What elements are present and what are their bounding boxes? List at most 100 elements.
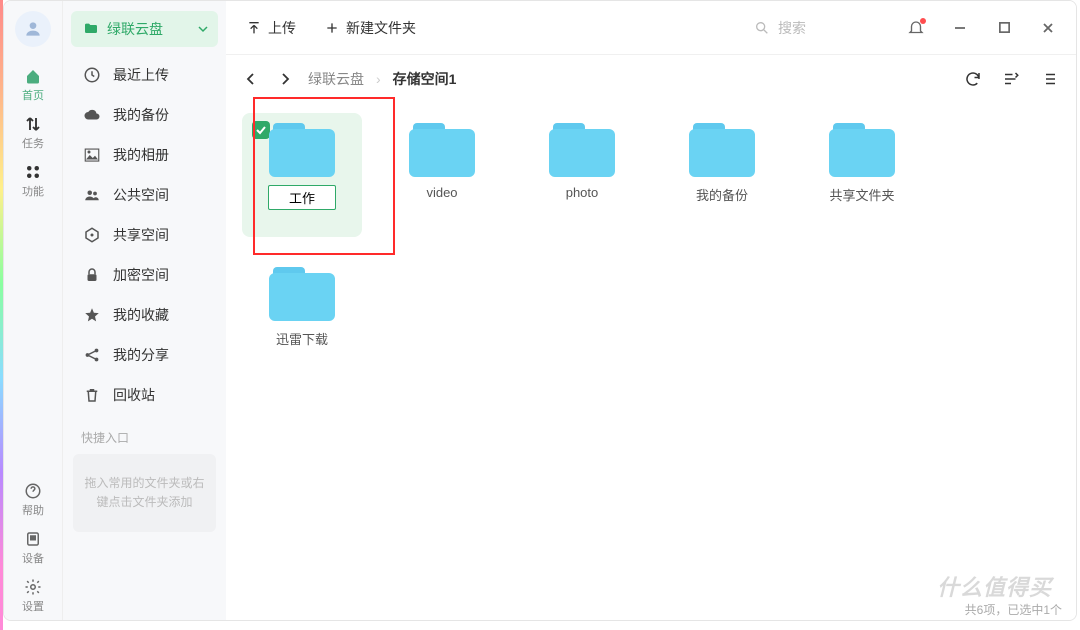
notification-button[interactable] [902, 14, 930, 42]
folder-name: 我的备份 [696, 185, 748, 204]
watermark: 什么值得买 [937, 570, 1052, 602]
folder-item[interactable]: 工作 [242, 113, 362, 237]
sidebar-item-lock[interactable]: 加密空间 [71, 255, 218, 295]
folder-item[interactable]: 迅雷下载 [242, 257, 362, 381]
close-button[interactable] [1034, 14, 1062, 42]
sidebar-item-label: 最近上传 [113, 65, 169, 85]
lock-icon [83, 266, 101, 284]
nav-help[interactable]: 帮助 [22, 476, 44, 524]
nav-label: 设备 [22, 550, 44, 566]
sidebar-item-star[interactable]: 我的收藏 [71, 295, 218, 335]
folder-item[interactable]: 共享文件夹 [802, 113, 922, 237]
drive-selector-label: 绿联云盘 [107, 19, 163, 39]
user-icon [23, 19, 43, 39]
main-panel: 上传 新建文件夹 搜索 绿联云盘 › 存储空间1 [226, 1, 1076, 620]
help-icon [24, 482, 42, 500]
folder-icon [83, 21, 99, 37]
folder-icon [689, 123, 755, 177]
maximize-icon [998, 21, 1011, 34]
folder-item[interactable]: video [382, 113, 502, 237]
sort-icon [1002, 70, 1020, 88]
status-bar: 共6项，已选中1个 [965, 601, 1062, 618]
folder-item[interactable]: 我的备份 [662, 113, 782, 237]
sharealt-icon [83, 346, 101, 364]
minimize-button[interactable] [946, 14, 974, 42]
image-icon [83, 146, 101, 164]
quick-access-title: 快捷入口 [71, 415, 218, 454]
sidebar-item-label: 回收站 [113, 385, 155, 405]
file-grid[interactable]: 工作 video photo 我的备份 共享文件夹迅雷下载 [226, 103, 1076, 620]
folder-name: 迅雷下载 [276, 329, 328, 348]
folder-item[interactable]: photo [522, 113, 642, 237]
user-avatar[interactable] [15, 11, 51, 47]
cloud-icon [83, 106, 101, 124]
nav-rail: 首页任务功能 帮助设备设置 [4, 1, 62, 620]
nav-label: 帮助 [22, 502, 44, 518]
upload-label: 上传 [268, 18, 296, 38]
chevron-left-icon [245, 73, 257, 85]
nav-label: 首页 [22, 87, 44, 103]
trash-icon [83, 386, 101, 404]
folder-icon [829, 123, 895, 177]
home-icon [24, 67, 42, 85]
sidebar-item-group[interactable]: 公共空间 [71, 175, 218, 215]
drive-selector[interactable]: 绿联云盘 [71, 11, 218, 47]
view-toggle-button[interactable] [1036, 66, 1062, 92]
breadcrumb-bar: 绿联云盘 › 存储空间1 [226, 55, 1076, 103]
folder-icon [269, 267, 335, 321]
upload-icon [246, 20, 262, 36]
folder-icon [409, 123, 475, 177]
breadcrumb-current: 存储空间1 [393, 69, 457, 89]
nav-home[interactable]: 首页 [22, 61, 44, 109]
nav-label: 设置 [22, 598, 44, 614]
sidebar-item-sharealt[interactable]: 我的分享 [71, 335, 218, 375]
tasks-icon [24, 115, 42, 133]
search-input[interactable]: 搜索 [746, 14, 886, 42]
close-icon [1041, 21, 1055, 35]
plus-icon [324, 20, 340, 36]
nav-label: 任务 [22, 135, 44, 151]
check-icon [255, 124, 267, 136]
sidebar-item-cloud[interactable]: 我的备份 [71, 95, 218, 135]
nav-label: 功能 [22, 183, 44, 199]
breadcrumb-root[interactable]: 绿联云盘 [308, 69, 364, 89]
star-icon [83, 306, 101, 324]
folder-name-input[interactable]: 工作 [268, 185, 336, 210]
minimize-icon [953, 21, 967, 35]
search-placeholder: 搜索 [778, 18, 806, 38]
sidebar-item-label: 公共空间 [113, 185, 169, 205]
selection-check [252, 121, 270, 139]
search-icon [754, 20, 770, 36]
sidebar-item-image[interactable]: 我的相册 [71, 135, 218, 175]
sidebar-item-trash[interactable]: 回收站 [71, 375, 218, 415]
sidebar-item-share[interactable]: 共享空间 [71, 215, 218, 255]
group-icon [83, 186, 101, 204]
folder-icon [269, 123, 335, 177]
refresh-icon [964, 70, 982, 88]
nav-device[interactable]: 设备 [22, 524, 44, 572]
upload-button[interactable]: 上传 [240, 14, 302, 42]
share-icon [83, 226, 101, 244]
nav-forward-button[interactable] [274, 68, 296, 90]
nav-settings[interactable]: 设置 [22, 572, 44, 620]
nav-tasks[interactable]: 任务 [22, 109, 44, 157]
chevron-right-icon [279, 73, 291, 85]
notification-dot [920, 18, 926, 24]
quick-access-dropzone[interactable]: 拖入常用的文件夹或右键点击文件夹添加 [73, 454, 216, 532]
sidebar-item-label: 我的备份 [113, 105, 169, 125]
new-folder-label: 新建文件夹 [346, 18, 416, 38]
device-icon [24, 530, 42, 548]
list-icon [1040, 70, 1058, 88]
features-icon [24, 163, 42, 181]
sort-button[interactable] [998, 66, 1024, 92]
sidebar-item-clock[interactable]: 最近上传 [71, 55, 218, 95]
sidebar-item-label: 我的分享 [113, 345, 169, 365]
nav-features[interactable]: 功能 [22, 157, 44, 205]
maximize-button[interactable] [990, 14, 1018, 42]
new-folder-button[interactable]: 新建文件夹 [318, 14, 422, 42]
nav-back-button[interactable] [240, 68, 262, 90]
toolbar: 上传 新建文件夹 搜索 [226, 1, 1076, 55]
folder-name: photo [566, 185, 599, 200]
refresh-button[interactable] [960, 66, 986, 92]
folder-name: 共享文件夹 [829, 185, 894, 204]
